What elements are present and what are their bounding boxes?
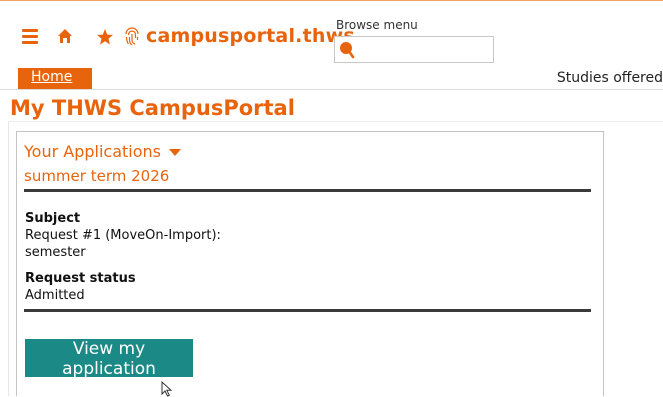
divider <box>24 309 591 312</box>
home-icon[interactable] <box>57 28 73 44</box>
divider <box>24 189 591 192</box>
frame-top-border <box>8 121 663 122</box>
browse-menu-label: Browse menu <box>336 18 418 32</box>
fingerprint-logo-icon <box>125 27 139 46</box>
applications-card: Your Applications summer term 2026 Subje… <box>16 131 604 396</box>
your-applications-toggle[interactable]: Your Applications <box>24 142 181 161</box>
subject-value-line1: Request #1 (MoveOn-Import): <box>25 228 221 243</box>
page-title: My THWS CampusPortal <box>10 96 295 120</box>
star-icon[interactable] <box>96 28 114 46</box>
subject-label: Subject <box>25 211 81 226</box>
request-status-value: Admitted <box>25 288 85 303</box>
frame-left-border <box>8 121 9 396</box>
main-navbar: Home Studies offered <box>0 68 663 90</box>
nav-studies-offered-link[interactable]: Studies offered <box>557 70 663 86</box>
subject-value-line2: semester <box>25 245 86 260</box>
term-label: summer term 2026 <box>24 167 170 185</box>
hamburger-menu-icon[interactable] <box>22 29 38 45</box>
site-title[interactable]: campusportal.thws <box>146 25 355 47</box>
chevron-down-icon <box>168 148 181 156</box>
browse-menu-input[interactable] <box>334 36 494 63</box>
header: campusportal.thws Browse menu <box>0 0 663 66</box>
nav-home-link[interactable]: Home <box>18 68 92 89</box>
request-status-label: Request status <box>25 271 136 286</box>
your-applications-heading: Your Applications <box>24 142 161 161</box>
search-icon <box>340 42 355 59</box>
mouse-pointer-icon <box>161 381 173 397</box>
view-my-application-button[interactable]: View my application <box>25 339 193 379</box>
